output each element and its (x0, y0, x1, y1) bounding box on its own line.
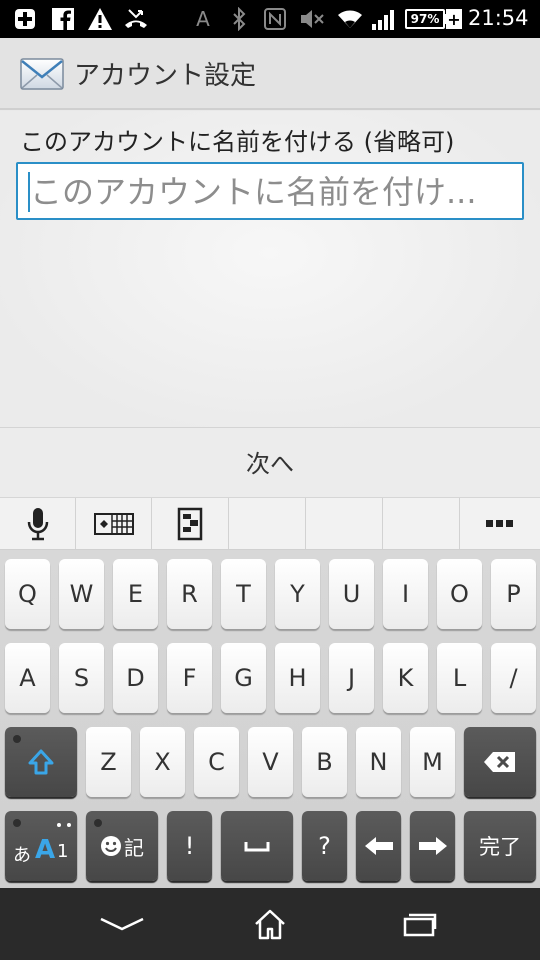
cursor-left-key[interactable] (356, 811, 401, 881)
key-l[interactable]: L (437, 643, 482, 713)
account-name-placeholder: このアカウントに名前を付け... (30, 173, 477, 211)
shift-indicator-dot (13, 735, 21, 743)
key-k[interactable]: K (383, 643, 428, 713)
mute-icon (298, 7, 326, 31)
key-b[interactable]: B (302, 727, 347, 797)
exclamation-key[interactable]: ! (167, 811, 212, 881)
key-q[interactable]: Q (5, 559, 50, 629)
toolbar-empty-slot (306, 498, 383, 549)
mode-alpha-label: A (35, 835, 56, 865)
mic-icon (27, 507, 48, 540)
key-v[interactable]: V (248, 727, 293, 797)
next-button-label: 次へ (246, 450, 294, 478)
mode-num-label: 1 (57, 841, 69, 862)
key-s[interactable]: S (59, 643, 104, 713)
charging-plus-icon: + (446, 9, 462, 29)
arrow-left-icon (364, 837, 393, 855)
more-button[interactable] (460, 498, 540, 549)
key-slash[interactable]: / (491, 643, 536, 713)
mail-icon (20, 58, 64, 90)
back-chevron-icon (100, 917, 144, 931)
toolbar-empty-slot (383, 498, 460, 549)
home-icon (255, 909, 285, 940)
key-c[interactable]: C (194, 727, 239, 797)
key-z[interactable]: Z (86, 727, 131, 797)
facebook-icon (50, 7, 76, 31)
key-r[interactable]: R (167, 559, 212, 629)
key-y[interactable]: Y (275, 559, 320, 629)
key-f[interactable]: F (167, 643, 212, 713)
key-i[interactable]: I (383, 559, 428, 629)
shift-arrow-icon (28, 749, 54, 775)
question-key[interactable]: ? (302, 811, 347, 881)
content-area (0, 111, 540, 427)
key-p[interactable]: P (491, 559, 536, 629)
shift-key[interactable] (5, 727, 77, 797)
back-button[interactable] (92, 900, 152, 948)
emoji-key[interactable]: 記 (86, 811, 158, 881)
space-icon (244, 842, 270, 852)
battery-icon: 97% (405, 9, 445, 29)
smiley-icon (101, 836, 121, 856)
status-clock: 21:54 (468, 6, 529, 30)
space-key[interactable] (221, 811, 293, 881)
nfc-icon (263, 7, 287, 31)
home-button[interactable] (240, 900, 300, 948)
key-u[interactable]: U (329, 559, 374, 629)
medical-plus-icon (12, 7, 38, 31)
toolbar-empty-slot (229, 498, 306, 549)
recents-icon (403, 913, 437, 937)
more-icon (486, 519, 513, 527)
key-j[interactable]: J (329, 643, 374, 713)
key-o[interactable]: O (437, 559, 482, 629)
input-mode-key[interactable]: あ A 1 (5, 811, 77, 881)
key-g[interactable]: G (221, 643, 266, 713)
bluetooth-icon (228, 7, 250, 31)
key-n[interactable]: N (356, 727, 401, 797)
done-key[interactable]: 完了 (464, 811, 536, 881)
backspace-key[interactable] (464, 727, 536, 797)
key-d[interactable]: D (113, 643, 158, 713)
ime-a-icon: A (196, 7, 210, 31)
page-title: アカウント設定 (74, 61, 257, 91)
cursor-keys-icon (93, 512, 134, 535)
key-x[interactable]: X (140, 727, 185, 797)
emoji-indicator-dot (94, 819, 102, 827)
mode-dots (57, 823, 71, 827)
backspace-icon (484, 752, 515, 772)
mode-indicator-dot (13, 819, 21, 827)
clipboard-button[interactable] (152, 498, 229, 549)
key-t[interactable]: T (221, 559, 266, 629)
cursor-right-key[interactable] (410, 811, 455, 881)
missed-call-icon (122, 7, 150, 31)
key-m[interactable]: M (410, 727, 455, 797)
clipboard-icon (177, 507, 203, 540)
arrow-right-icon (418, 837, 447, 855)
account-name-label: このアカウントに名前を付ける (省略可) (20, 128, 455, 156)
mic-button[interactable] (0, 498, 76, 549)
warning-icon (86, 7, 114, 31)
wifi-icon (336, 7, 364, 31)
recents-button[interactable] (390, 900, 450, 948)
text-caret (28, 172, 30, 212)
key-w[interactable]: W (59, 559, 104, 629)
key-h[interactable]: H (275, 643, 320, 713)
cursor-keys-button[interactable] (76, 498, 152, 549)
mode-kana-label: あ (13, 845, 31, 866)
signal-icon (370, 7, 398, 31)
key-e[interactable]: E (113, 559, 158, 629)
key-a[interactable]: A (5, 643, 50, 713)
emoji-key-label: 記 (124, 835, 144, 860)
